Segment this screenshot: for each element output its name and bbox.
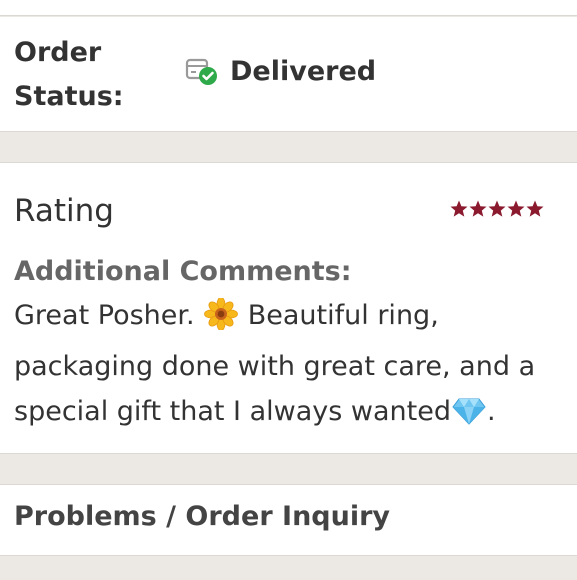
rating-stars (449, 199, 544, 219)
sunflower-emoji (203, 297, 239, 344)
star-icon (450, 200, 468, 217)
problems-order-inquiry-row[interactable]: Problems / Order Inquiry (0, 484, 577, 556)
star-icon (469, 200, 487, 217)
additional-comments-label: Additional Comments: (14, 256, 352, 287)
additional-comments-text: Great Posher. Beautiful ring, packaging … (14, 293, 566, 440)
star-icon (488, 200, 506, 217)
gem-emoji (451, 394, 487, 440)
problems-order-inquiry-label[interactable]: Problems / Order Inquiry (14, 501, 390, 532)
star-icon (526, 200, 544, 217)
order-status-label: Order Status: (14, 37, 124, 112)
order-status-value: Delivered (184, 55, 376, 87)
rating-title: Rating (14, 193, 114, 229)
order-status-card: Order Status: Delivered (0, 17, 577, 132)
package-delivered-icon (184, 55, 218, 87)
status-text: Delivered (230, 55, 377, 87)
top-card-edge (0, 0, 577, 16)
star-icon (507, 200, 525, 217)
